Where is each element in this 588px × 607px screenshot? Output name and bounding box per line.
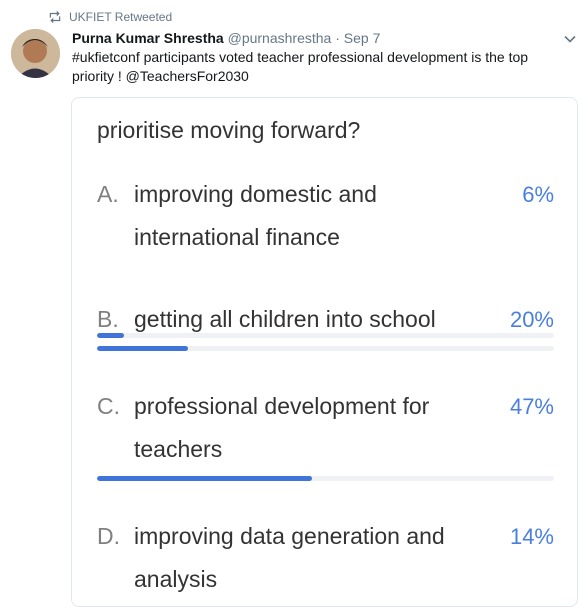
tweet-text: #ukfietconf participants voted teacher p…: [72, 48, 562, 86]
option-text: getting all children into school: [134, 298, 436, 341]
option-text-line-2: international finance: [134, 224, 340, 250]
poll-option-c: C. professional development for teachers…: [97, 385, 554, 485]
poll-question: prioritise moving forward?: [97, 117, 361, 143]
option-text: improving data generation and analysis: [134, 515, 445, 601]
option-text: professional development for teachers: [134, 385, 429, 471]
header-separator: ·: [335, 30, 340, 46]
option-bar: [97, 346, 554, 351]
option-percent: 20%: [509, 307, 554, 332]
tweet-header: Purna Kumar Shrestha @purnashrestha · Se…: [72, 29, 380, 48]
poll-image-card[interactable]: prioritise moving forward? A. improving …: [71, 97, 578, 607]
option-letter: A.: [97, 181, 119, 207]
author-name[interactable]: Purna Kumar Shrestha: [72, 30, 224, 46]
option-text-line-1: improving domestic and: [134, 181, 377, 207]
option-letter: D.: [97, 523, 120, 549]
option-bar-fill: [97, 346, 189, 351]
poll-option-b: B. getting all children into school 20%: [97, 298, 554, 358]
avatar-image: [11, 29, 60, 78]
option-text-line-1: getting all children into school: [134, 306, 436, 332]
retweet-icon: [49, 10, 61, 24]
tweet-text-line-2: priority ! @TeachersFor2030: [72, 68, 249, 84]
option-percent: 14%: [509, 524, 554, 549]
poll-option-d: D. improving data generation and analysi…: [97, 515, 554, 605]
retweet-context[interactable]: UKFIET Retweeted: [48, 8, 172, 26]
option-bar-fill: [97, 476, 312, 481]
option-letter: B.: [97, 306, 119, 332]
option-bar: [97, 476, 554, 481]
option-text-line-1: professional development for: [134, 393, 430, 419]
option-percent: 6%: [522, 182, 554, 207]
chevron-down-icon[interactable]: [564, 33, 576, 45]
tweet-date[interactable]: Sep 7: [344, 30, 381, 46]
option-text-line-1: improving data generation and: [134, 523, 445, 549]
option-letter: C.: [97, 393, 120, 419]
retweet-label: UKFIET Retweeted: [69, 10, 173, 24]
option-text-line-2: teachers: [134, 436, 223, 462]
avatar[interactable]: [11, 29, 60, 78]
poll-option-a: A. improving domestic and international …: [97, 173, 554, 338]
option-percent: 47%: [509, 394, 554, 419]
tweet-text-line-1: #ukfietconf participants voted teacher p…: [72, 49, 529, 65]
option-text: improving domestic and international fin…: [134, 173, 377, 259]
author-handle[interactable]: @purnashrestha: [228, 30, 332, 46]
option-text-line-2: analysis: [134, 566, 218, 592]
